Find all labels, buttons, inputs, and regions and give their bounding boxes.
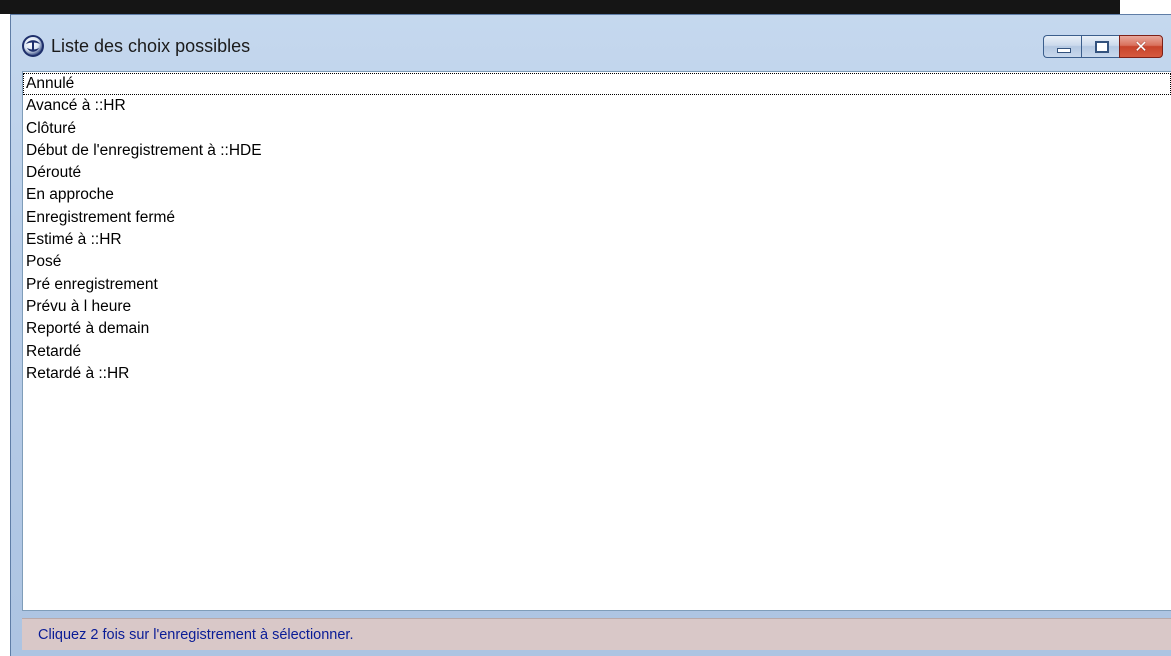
list-item[interactable]: Estimé à ::HR xyxy=(23,229,1171,251)
caption-buttons: ✕ xyxy=(1043,35,1163,58)
list-item[interactable]: Pré enregistrement xyxy=(23,274,1171,296)
list-item[interactable]: Avancé à ::HR xyxy=(23,95,1171,117)
list-item[interactable]: En approche xyxy=(23,184,1171,206)
list-item[interactable]: Début de l'enregistrement à ::HDE xyxy=(23,140,1171,162)
list-item[interactable]: Reporté à demain xyxy=(23,318,1171,340)
list-item[interactable]: Retardé à ::HR xyxy=(23,363,1171,385)
window-title: Liste des choix possibles xyxy=(51,36,251,56)
status-bar: Cliquez 2 fois sur l'enregistrement à sé… xyxy=(22,618,1171,650)
background-strip xyxy=(0,0,1120,14)
minimize-icon xyxy=(1057,48,1071,53)
minimize-button[interactable] xyxy=(1043,35,1081,58)
list-item[interactable]: Dérouté xyxy=(23,162,1171,184)
title-bar[interactable]: Liste des choix possibles ✕ xyxy=(11,15,1171,71)
list-item[interactable]: Retardé xyxy=(23,341,1171,363)
dialog-window: Liste des choix possibles ✕ Annulé Avanc… xyxy=(10,14,1171,656)
close-button[interactable]: ✕ xyxy=(1119,35,1163,58)
status-hint-text: Cliquez 2 fois sur l'enregistrement à sé… xyxy=(38,627,354,643)
list-item[interactable]: Clôturé xyxy=(23,118,1171,140)
list-item[interactable]: Prévu à l heure xyxy=(23,296,1171,318)
maximize-button[interactable] xyxy=(1081,35,1119,58)
choices-listbox[interactable]: Annulé Avancé à ::HR Clôturé Début de l'… xyxy=(22,71,1171,611)
close-icon: ✕ xyxy=(1134,37,1148,56)
list-item[interactable]: Annulé xyxy=(23,73,1171,96)
maximize-icon xyxy=(1095,41,1109,53)
app-logo-icon xyxy=(21,34,45,58)
list-item[interactable]: Enregistrement fermé xyxy=(23,207,1171,229)
list-item[interactable]: Posé xyxy=(23,251,1171,273)
